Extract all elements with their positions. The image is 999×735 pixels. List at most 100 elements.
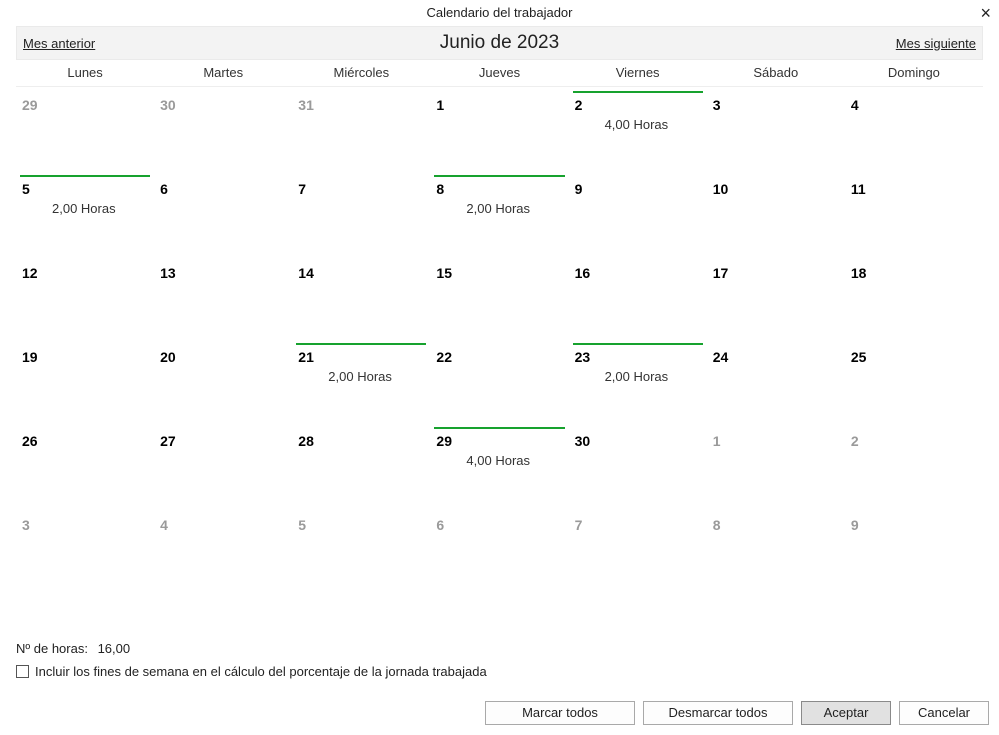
month-title: Junio de 2023: [163, 32, 836, 54]
calendar-day[interactable]: 4: [154, 507, 292, 591]
day-number: 7: [296, 181, 426, 197]
day-number: 29: [20, 97, 150, 113]
day-number: 29: [434, 433, 564, 449]
calendar-day[interactable]: 13: [154, 255, 292, 339]
calendar-day[interactable]: 30: [154, 87, 292, 171]
calendar-week: 3456789: [16, 507, 983, 591]
calendar-day[interactable]: 9: [845, 507, 983, 591]
calendar-day[interactable]: 3: [707, 87, 845, 171]
day-number: 18: [849, 265, 979, 281]
month-nav: Mes anterior Junio de 2023 Mes siguiente: [16, 26, 983, 60]
day-number: 10: [711, 181, 841, 197]
cancel-button[interactable]: Cancelar: [899, 701, 989, 725]
calendar-day[interactable]: 212,00 Horas: [292, 339, 430, 423]
day-marker: [573, 343, 703, 345]
day-number: 9: [849, 517, 979, 533]
weekday-label: Miércoles: [292, 60, 430, 86]
calendar-week: 293031124,00 Horas34: [16, 87, 983, 171]
next-month-link[interactable]: Mes siguiente: [836, 36, 976, 51]
day-number: 22: [434, 349, 564, 365]
day-number: 5: [296, 517, 426, 533]
close-icon[interactable]: ×: [980, 0, 991, 26]
calendar-day[interactable]: 12: [16, 255, 154, 339]
include-weekends-label: Incluir los fines de semana en el cálcul…: [35, 664, 487, 679]
deselect-all-button[interactable]: Desmarcar todos: [643, 701, 793, 725]
calendar-day[interactable]: 9: [569, 171, 707, 255]
day-number: 27: [158, 433, 288, 449]
calendar-week: 52,00 Horas6782,00 Horas91011: [16, 171, 983, 255]
calendar-day[interactable]: 19: [16, 339, 154, 423]
day-number: 6: [434, 517, 564, 533]
day-number: 28: [296, 433, 426, 449]
calendar-day[interactable]: 24: [707, 339, 845, 423]
calendar-day[interactable]: 20: [154, 339, 292, 423]
accept-button[interactable]: Aceptar: [801, 701, 891, 725]
calendar-day[interactable]: 294,00 Horas: [430, 423, 568, 507]
hours-total-value: 16,00: [98, 641, 131, 656]
day-number: 31: [296, 97, 426, 113]
day-hours: 2,00 Horas: [434, 197, 564, 216]
day-number: 8: [711, 517, 841, 533]
day-marker: [20, 175, 150, 177]
calendar-grid: 293031124,00 Horas3452,00 Horas6782,00 H…: [16, 87, 983, 591]
day-number: 25: [849, 349, 979, 365]
prev-month-link[interactable]: Mes anterior: [23, 36, 163, 51]
day-hours: 2,00 Horas: [296, 365, 426, 384]
calendar-day[interactable]: 4: [845, 87, 983, 171]
calendar-day[interactable]: 15: [430, 255, 568, 339]
calendar-day[interactable]: 7: [292, 171, 430, 255]
day-marker: [573, 91, 703, 93]
day-number: 3: [711, 97, 841, 113]
weekday-label: Viernes: [569, 60, 707, 86]
calendar-day[interactable]: 3: [16, 507, 154, 591]
calendar-day[interactable]: 82,00 Horas: [430, 171, 568, 255]
include-weekends-option[interactable]: Incluir los fines de semana en el cálcul…: [16, 664, 983, 679]
day-number: 30: [573, 433, 703, 449]
calendar-day[interactable]: 27: [154, 423, 292, 507]
day-number: 5: [20, 181, 150, 197]
select-all-button[interactable]: Marcar todos: [485, 701, 635, 725]
weekday-label: Domingo: [845, 60, 983, 86]
checkbox-icon[interactable]: [16, 665, 29, 678]
calendar-day[interactable]: 232,00 Horas: [569, 339, 707, 423]
calendar-day[interactable]: 2: [845, 423, 983, 507]
day-number: 23: [573, 349, 703, 365]
calendar-day[interactable]: 25: [845, 339, 983, 423]
calendar-day[interactable]: 26: [16, 423, 154, 507]
calendar-day[interactable]: 17: [707, 255, 845, 339]
calendar-day[interactable]: 29: [16, 87, 154, 171]
day-number: 9: [573, 181, 703, 197]
day-number: 20: [158, 349, 288, 365]
calendar-day[interactable]: 7: [569, 507, 707, 591]
calendar-day[interactable]: 18: [845, 255, 983, 339]
calendar-day[interactable]: 22: [430, 339, 568, 423]
hours-total: Nº de horas: 16,00: [16, 641, 983, 656]
calendar-day[interactable]: 11: [845, 171, 983, 255]
weekday-label: Martes: [154, 60, 292, 86]
day-number: 17: [711, 265, 841, 281]
calendar-day[interactable]: 16: [569, 255, 707, 339]
day-number: 13: [158, 265, 288, 281]
calendar-day[interactable]: 8: [707, 507, 845, 591]
day-hours: 2,00 Horas: [20, 197, 150, 216]
calendar-day[interactable]: 14: [292, 255, 430, 339]
calendar-day[interactable]: 10: [707, 171, 845, 255]
day-number: 2: [573, 97, 703, 113]
calendar-day[interactable]: 1: [430, 87, 568, 171]
day-number: 14: [296, 265, 426, 281]
calendar-day[interactable]: 6: [430, 507, 568, 591]
calendar-week: 26 27 28294,00 Horas 3012: [16, 423, 983, 507]
calendar-day[interactable]: 6: [154, 171, 292, 255]
day-number: 12: [20, 265, 150, 281]
calendar-day[interactable]: 24,00 Horas: [569, 87, 707, 171]
calendar-day[interactable]: 30: [569, 423, 707, 507]
day-number: 16: [573, 265, 703, 281]
calendar-day[interactable]: 5: [292, 507, 430, 591]
day-hours: 4,00 Horas: [573, 113, 703, 132]
calendar-day[interactable]: 28: [292, 423, 430, 507]
day-number: 26: [20, 433, 150, 449]
calendar-day[interactable]: 1: [707, 423, 845, 507]
calendar-day[interactable]: 31: [292, 87, 430, 171]
calendar-day[interactable]: 52,00 Horas: [16, 171, 154, 255]
day-number: 21: [296, 349, 426, 365]
